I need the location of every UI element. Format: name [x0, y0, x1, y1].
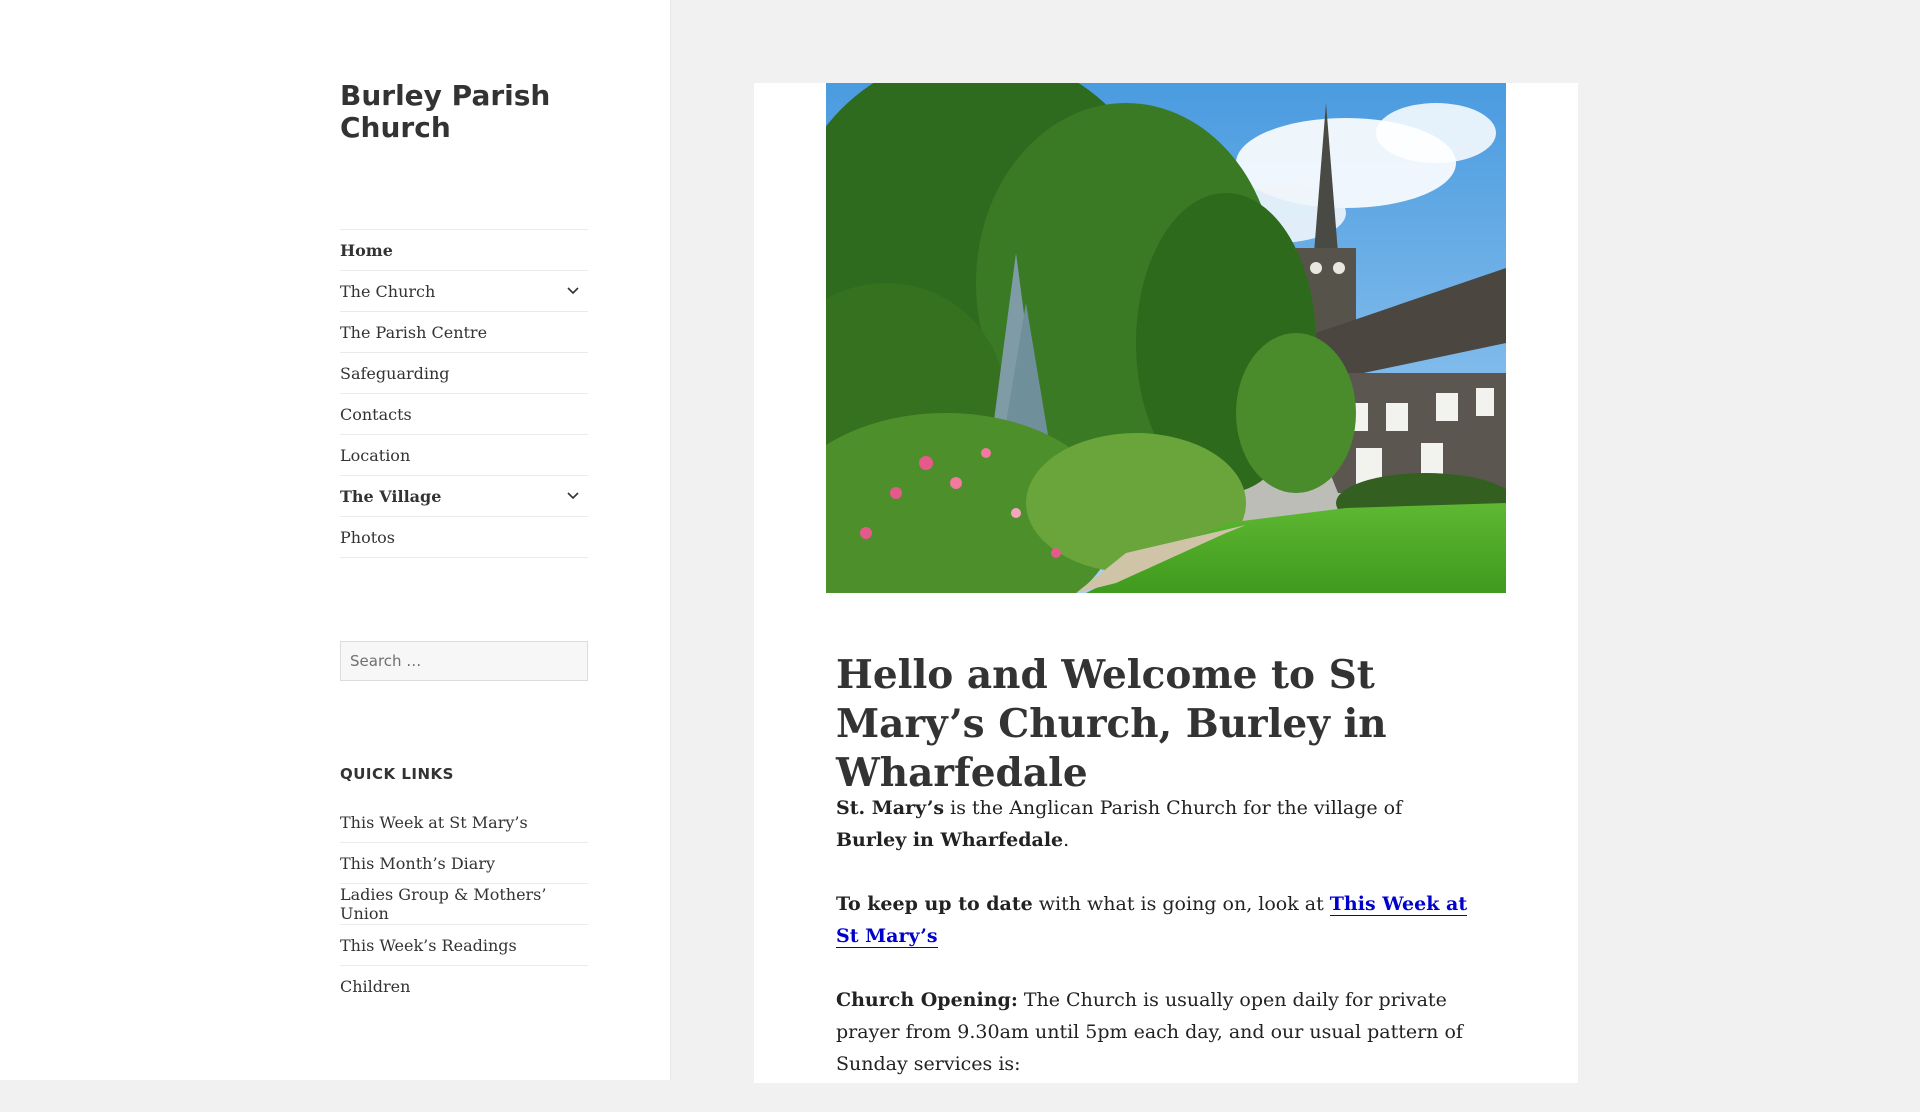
quick-links-list: This Week at St Mary’s This Month’s Diar… — [340, 802, 588, 1006]
featured-image — [826, 83, 1506, 593]
update-paragraph: To keep up to date with what is going on… — [836, 888, 1476, 952]
intro-text: is the Anglican Parish Church for the vi… — [944, 797, 1403, 819]
nav-item-the-village[interactable]: The Village — [340, 476, 588, 517]
post-title: Hello and Welcome to St Mary’s Church, B… — [836, 652, 1387, 796]
nav-item-label: Safeguarding — [340, 363, 450, 383]
chevron-down-icon[interactable] — [558, 481, 588, 511]
nav-item-label: Home — [340, 240, 393, 260]
chevron-down-icon[interactable] — [558, 276, 588, 306]
main-navigation: Home The Church The Parish Centre Safegu… — [340, 229, 588, 558]
nav-item-label: The Church — [340, 281, 436, 301]
site-title[interactable]: Burley Parish Church — [340, 80, 600, 144]
quick-link-item[interactable]: This Month’s Diary — [340, 843, 588, 884]
update-bold: To keep up to date — [836, 893, 1033, 915]
nav-item-label: Contacts — [340, 404, 412, 424]
church-name-bold: St. Mary’s — [836, 797, 945, 819]
nav-item-home[interactable]: Home — [340, 230, 588, 271]
sidebar: Burley Parish Church Home The Church The… — [0, 0, 671, 1080]
quick-link-item[interactable]: This Week’s Readings — [340, 925, 588, 966]
nav-item-label: Location — [340, 445, 411, 465]
search-input[interactable]: Search … — [340, 641, 588, 681]
nav-item-label: The Village — [340, 486, 442, 506]
update-text: with what is going on, look at — [1032, 893, 1330, 915]
nav-item-parish-centre[interactable]: The Parish Centre — [340, 312, 588, 353]
post-content: St. Mary’s is the Anglican Parish Church… — [836, 792, 1476, 1112]
quick-links-title: QUICK LINKS — [340, 765, 454, 783]
nav-item-label: Photos — [340, 527, 395, 547]
nav-item-label: The Parish Centre — [340, 322, 488, 342]
intro-end: . — [1063, 829, 1070, 851]
quick-link-item[interactable]: Ladies Group & Mothers’ Union — [340, 884, 588, 925]
quick-link-item[interactable]: This Week at St Mary’s — [340, 802, 588, 843]
post-card: Hello and Welcome to St Mary’s Church, B… — [754, 83, 1578, 1083]
nav-item-safeguarding[interactable]: Safeguarding — [340, 353, 588, 394]
opening-paragraph: Church Opening: The Church is usually op… — [836, 984, 1476, 1080]
nav-item-photos[interactable]: Photos — [340, 517, 588, 558]
nav-item-location[interactable]: Location — [340, 435, 588, 476]
village-name-bold: Burley in Wharfedale — [836, 829, 1064, 851]
quick-link-item[interactable]: Children — [340, 966, 588, 1006]
opening-bold: Church Opening: — [836, 989, 1018, 1011]
nav-item-contacts[interactable]: Contacts — [340, 394, 588, 435]
nav-item-the-church[interactable]: The Church — [340, 271, 588, 312]
intro-paragraph: St. Mary’s is the Anglican Parish Church… — [836, 792, 1476, 856]
